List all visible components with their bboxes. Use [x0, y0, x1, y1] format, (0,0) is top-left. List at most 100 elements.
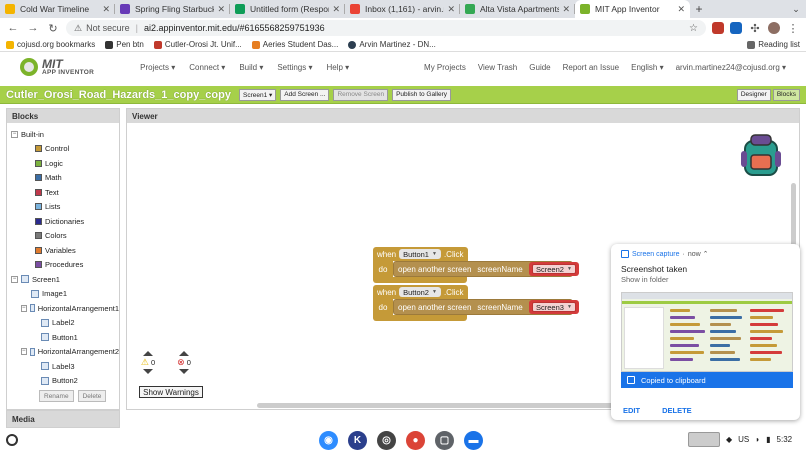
- menu-build[interactable]: Build ▾: [239, 63, 263, 72]
- notification-time[interactable]: now ⌃: [688, 250, 709, 258]
- profile-avatar[interactable]: [768, 22, 780, 34]
- designer-button[interactable]: Designer: [736, 88, 771, 101]
- block-category-item[interactable]: Procedures: [11, 258, 119, 273]
- collapse-icon[interactable]: −: [21, 304, 27, 312]
- component-item[interactable]: Label2: [11, 316, 119, 331]
- screen-name-dropdown-block[interactable]: Screen2 ▼: [529, 262, 579, 276]
- browser-tab[interactable]: Cold War Timeline ✕: [0, 0, 115, 18]
- chrome-app-icon[interactable]: ●: [406, 431, 425, 450]
- language-dropdown[interactable]: English ▾: [631, 63, 663, 72]
- collapse-icon[interactable]: −: [11, 275, 18, 283]
- screen-name-dropdown-block[interactable]: Screen3 ▼: [529, 300, 579, 314]
- block-category-item[interactable]: Variables: [11, 243, 119, 258]
- menu-connect[interactable]: Connect ▾: [189, 63, 225, 72]
- bookmark-item[interactable]: Aeries Student Das...: [251, 40, 338, 49]
- back-icon[interactable]: ←: [6, 22, 20, 34]
- show-warnings-button[interactable]: Show Warnings: [139, 386, 203, 398]
- rename-button[interactable]: Rename: [39, 390, 74, 402]
- status-tray[interactable]: ◆ US ◗ ▮ 5:32: [688, 432, 792, 447]
- app-inventor-logo[interactable]: MIT APP INVENTOR: [20, 58, 94, 77]
- warning-prev-icon[interactable]: [143, 351, 153, 356]
- bookmark-item[interactable]: Cutler-Orosi Jt. Unif...: [153, 40, 242, 49]
- launcher-icon[interactable]: [6, 434, 18, 446]
- forward-icon[interactable]: →: [26, 22, 40, 34]
- screen-name-value[interactable]: Screen2 ▼: [532, 264, 576, 274]
- browser-tab[interactable]: MIT App Inventor ✕: [575, 0, 690, 18]
- error-next-icon[interactable]: [179, 369, 189, 374]
- tab-search-icon[interactable]: ⌄: [786, 0, 806, 18]
- browser-tab[interactable]: Alta Vista Apartments - Go ✕: [460, 0, 575, 18]
- component-item[interactable]: Button1: [11, 330, 119, 345]
- holding-space-thumbnail[interactable]: [688, 432, 720, 447]
- menu-projects[interactable]: Projects ▾: [140, 63, 175, 72]
- camera-app-icon[interactable]: ◎: [377, 431, 396, 450]
- block-category-item[interactable]: Logic: [11, 156, 119, 171]
- extensions-puzzle-icon[interactable]: ✣: [748, 22, 762, 35]
- tab-close-icon[interactable]: ✕: [332, 4, 340, 15]
- component-item[interactable]: − HorizontalArrangement2: [11, 345, 119, 360]
- show-in-folder-link[interactable]: Show in folder: [621, 275, 669, 284]
- component-item[interactable]: Button2: [11, 374, 119, 389]
- error-prev-icon[interactable]: [179, 351, 189, 356]
- warning-next-icon[interactable]: [143, 369, 153, 374]
- screenshot-thumbnail[interactable]: [621, 292, 793, 372]
- component-dropdown[interactable]: Button2 ▼: [399, 287, 441, 297]
- tree-builtin[interactable]: − Built-in: [11, 127, 119, 142]
- remove-screen-button[interactable]: Remove Screen: [333, 88, 389, 101]
- extension-icon[interactable]: [712, 22, 724, 34]
- block-category-item[interactable]: Control: [11, 142, 119, 157]
- bookmark-star-icon[interactable]: ☆: [689, 23, 698, 34]
- new-tab-icon[interactable]: +: [690, 0, 708, 18]
- reading-list[interactable]: Reading list: [747, 40, 800, 49]
- publish-gallery-button[interactable]: Publish to Gallery: [392, 88, 452, 101]
- browser-tab[interactable]: Spring Fling Starbucks - Go ✕: [115, 0, 230, 18]
- collapse-icon[interactable]: −: [11, 130, 18, 138]
- component-dropdown[interactable]: Button1 ▼: [399, 249, 441, 259]
- screen-select-button[interactable]: Screen1 ▾: [238, 88, 277, 101]
- account-dropdown[interactable]: arvin.martinez24@cojusd.org ▾: [676, 63, 786, 72]
- browser-tab[interactable]: Untitled form (Responses) ✕: [230, 0, 345, 18]
- block-category-item[interactable]: Colors: [11, 229, 119, 244]
- reload-icon[interactable]: ↻: [46, 22, 60, 35]
- kami-app-icon[interactable]: K: [348, 431, 367, 450]
- block-category-item[interactable]: Text: [11, 185, 119, 200]
- tab-close-icon[interactable]: ✕: [447, 4, 455, 15]
- block-category-item[interactable]: Dictionaries: [11, 214, 119, 229]
- files-app-icon[interactable]: ▬: [464, 431, 483, 450]
- delete-button[interactable]: Delete: [77, 390, 107, 402]
- tab-close-icon[interactable]: ✕: [102, 4, 110, 15]
- bookmark-item[interactable]: Arvin Martinez - DN...: [348, 40, 436, 49]
- workspace-horizontal-scrollbar[interactable]: [257, 403, 617, 408]
- my-projects-link[interactable]: My Projects: [424, 63, 466, 72]
- component-item[interactable]: Label3: [11, 359, 119, 374]
- screen-app-icon[interactable]: ▢: [435, 431, 454, 450]
- screen-name-value[interactable]: Screen3 ▼: [532, 302, 576, 312]
- bookmark-item[interactable]: Pen btn: [105, 40, 144, 49]
- view-trash-link[interactable]: View Trash: [478, 63, 517, 72]
- backpack-icon[interactable]: [739, 133, 783, 179]
- tab-close-icon[interactable]: ✕: [217, 4, 225, 15]
- browser-tab[interactable]: Inbox (1,161) - arvin.martin ✕: [345, 0, 460, 18]
- add-screen-button[interactable]: Add Screen ...: [280, 88, 330, 101]
- tab-close-icon[interactable]: ✕: [677, 4, 685, 15]
- edit-button[interactable]: EDIT: [623, 406, 640, 415]
- block-category-item[interactable]: Lists: [11, 200, 119, 215]
- blocks-button[interactable]: Blocks: [772, 88, 800, 101]
- component-item[interactable]: − Screen1: [11, 272, 119, 287]
- delete-notification-button[interactable]: DELETE: [662, 406, 692, 415]
- component-item[interactable]: − HorizontalArrangement1: [11, 301, 119, 316]
- bookmark-item[interactable]: cojusd.org bookmarks: [6, 40, 95, 49]
- collapse-icon[interactable]: −: [21, 348, 27, 356]
- event-block-header[interactable]: when Button1 ▼ .Click: [373, 247, 468, 261]
- browser-menu-icon[interactable]: ⋮: [786, 22, 800, 35]
- menu-settings[interactable]: Settings ▾: [277, 63, 312, 72]
- extension-icon[interactable]: [730, 22, 742, 34]
- block-category-item[interactable]: Math: [11, 171, 119, 186]
- event-block-header[interactable]: when Button2 ▼ .Click: [373, 285, 468, 299]
- report-issue-link[interactable]: Report an Issue: [563, 63, 619, 72]
- tab-close-icon[interactable]: ✕: [562, 4, 570, 15]
- zoom-app-icon[interactable]: ◉: [319, 431, 338, 450]
- component-item[interactable]: Image1: [11, 287, 119, 302]
- url-input[interactable]: ⚠ Not secure | ai2.appinventor.mit.edu/#…: [66, 20, 706, 36]
- menu-help[interactable]: Help ▾: [327, 63, 350, 72]
